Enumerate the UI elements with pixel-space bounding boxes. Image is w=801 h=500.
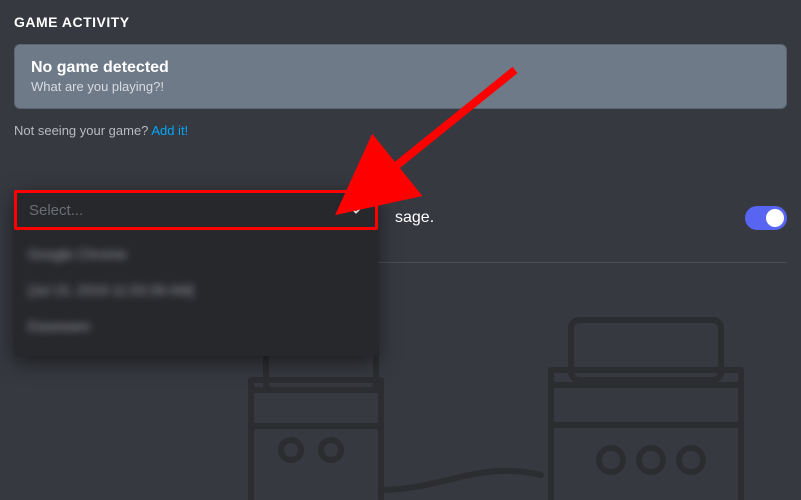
card-title: No game detected: [31, 59, 770, 77]
game-option[interactable]: Easeware: [14, 308, 378, 344]
game-option[interactable]: Google Chrome: [14, 236, 378, 272]
select-placeholder: Select...: [29, 202, 83, 219]
helper-text: Not seeing your game? Add it!: [14, 123, 801, 138]
game-select-options: Google Chrome [Jul 15, 2019 11:53:39 AM]…: [14, 230, 378, 356]
game-option[interactable]: [Jul 15, 2019 11:53:39 AM]: [14, 272, 378, 308]
add-game-link[interactable]: Add it!: [151, 123, 188, 138]
helper-prefix: Not seeing your game?: [14, 123, 151, 138]
chevron-down-icon: [349, 203, 363, 217]
status-row: sage.: [395, 206, 787, 230]
status-toggle[interactable]: [745, 206, 787, 230]
game-select-dropdown: Select... Google Chrome [Jul 15, 2019 11…: [14, 190, 378, 356]
game-select-trigger[interactable]: Select...: [14, 190, 378, 230]
card-subtitle: What are you playing?!: [31, 79, 770, 94]
status-message-tail: sage.: [395, 209, 434, 227]
page-title: GAME ACTIVITY: [0, 0, 801, 44]
no-game-card: No game detected What are you playing?!: [14, 44, 787, 109]
